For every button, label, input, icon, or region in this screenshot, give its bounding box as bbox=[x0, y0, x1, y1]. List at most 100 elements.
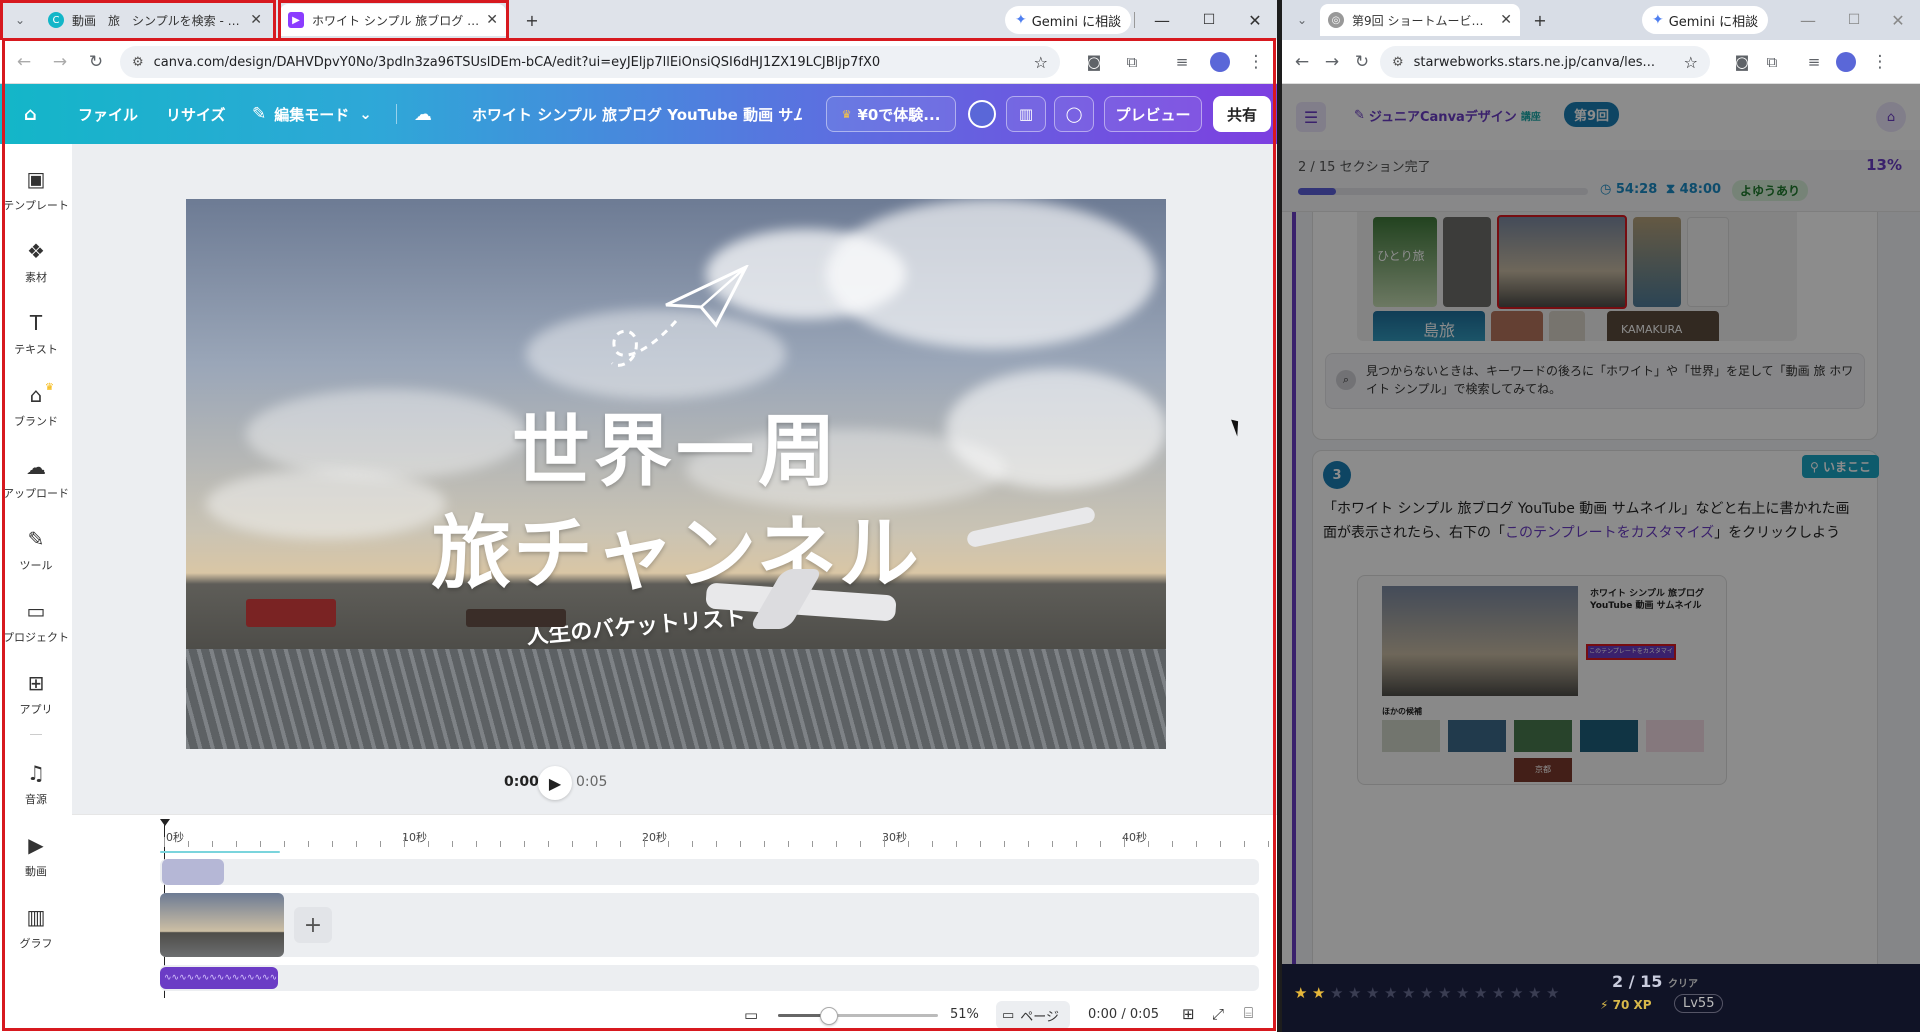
media-control-icon[interactable]: ≡ bbox=[1170, 50, 1194, 74]
page-view-button[interactable]: ▭ ページ bbox=[996, 1001, 1070, 1029]
sidebar-item-brand[interactable]: ⌂ ブランド ♛ bbox=[0, 376, 72, 436]
extensions-icon[interactable]: ⧉ bbox=[1760, 50, 1784, 74]
video-clip-thumbnail[interactable] bbox=[160, 893, 284, 957]
current-time: 0:00 bbox=[504, 774, 539, 790]
media-control-icon[interactable]: ≡ bbox=[1802, 50, 1826, 74]
zoom-slider-knob[interactable] bbox=[820, 1007, 838, 1025]
site-info-icon[interactable]: ⚙ bbox=[132, 55, 144, 70]
forward-icon[interactable]: → bbox=[1320, 50, 1344, 74]
sidebar-item-video[interactable]: ▶ 動画 bbox=[0, 826, 72, 886]
preview-button[interactable]: プレビュー bbox=[1104, 96, 1202, 132]
tip-card: ひとり旅 島旅 KAMAKURA ⌕ 見つからないときは、キーワードの後ろに「ホ… bbox=[1312, 212, 1878, 440]
tab-search-icon[interactable]: ⌄ bbox=[1290, 8, 1314, 32]
back-icon[interactable]: ← bbox=[1290, 50, 1314, 74]
reload-icon[interactable]: ↻ bbox=[1350, 50, 1374, 74]
edit-mode-button[interactable]: ✎ 編集モード ⌄ bbox=[252, 96, 372, 132]
assistant-icon[interactable]: ⌸ bbox=[1244, 1004, 1253, 1022]
maximize-button[interactable]: ☐ bbox=[1197, 8, 1221, 32]
hamburger-menu-icon[interactable]: ☰ bbox=[1296, 102, 1326, 132]
zoom-slider[interactable] bbox=[778, 1007, 938, 1025]
home-icon[interactable]: ⌂ bbox=[24, 96, 37, 132]
close-icon[interactable]: ✕ bbox=[1500, 12, 1512, 28]
lesson-content: ひとり旅 島旅 KAMAKURA ⌕ 見つからないときは、キーワードの後ろに「ホ… bbox=[1292, 212, 1920, 964]
new-tab-button[interactable]: + bbox=[520, 8, 544, 32]
design-canvas[interactable]: 世界一周 旅チャンネル 人生のバケットリスト bbox=[186, 199, 1166, 749]
sidebar-item-text[interactable]: T テキスト bbox=[0, 304, 72, 364]
close-icon[interactable]: ✕ bbox=[250, 12, 262, 28]
camera-icon[interactable]: ◙ bbox=[1730, 50, 1754, 74]
back-icon[interactable]: ← bbox=[12, 50, 36, 74]
editor-canvas-area: 世界一周 旅チャンネル 人生のバケットリスト 0:00 ▶ 0:05 bbox=[72, 144, 1277, 814]
timeline-tick bbox=[572, 841, 573, 847]
sidebar-item-apps[interactable]: ⊞ アプリ bbox=[0, 664, 72, 724]
resize-button[interactable]: リサイズ bbox=[166, 96, 226, 132]
gemini-button[interactable]: ✦ Gemini に相談 bbox=[1642, 6, 1769, 34]
site-info-icon[interactable]: ⚙ bbox=[1392, 55, 1404, 70]
design-title[interactable]: ホワイト シンプル 旅ブログ YouTube 動画 サムネ... bbox=[472, 96, 802, 132]
comment-icon[interactable]: ◯ bbox=[1054, 96, 1094, 132]
minimize-button[interactable]: — bbox=[1150, 8, 1174, 32]
sidebar-item-upload[interactable]: ☁ アップロード bbox=[0, 448, 72, 508]
sidebar-item-audio[interactable]: ♫ 音源 bbox=[0, 754, 72, 814]
crown-icon: ♛ bbox=[45, 382, 54, 393]
bookmark-star-icon[interactable]: ☆ bbox=[1034, 53, 1048, 72]
sidebar-item-tools[interactable]: ✎ ツール bbox=[0, 520, 72, 580]
design-title-line1[interactable]: 世界一周 bbox=[186, 389, 1166, 501]
profile-avatar[interactable] bbox=[1834, 50, 1858, 74]
camera-icon[interactable]: ◙ bbox=[1082, 50, 1106, 74]
tab-strip: ⌄ C 動画 旅 シンプルを検索 - Canva ✕ ▶ ホワイト シンプル 旅… bbox=[0, 0, 1277, 40]
share-button[interactable]: 共有 bbox=[1213, 96, 1271, 132]
new-tab-button[interactable]: + bbox=[1528, 8, 1552, 32]
tab-canva-design[interactable]: ▶ ホワイト シンプル 旅ブログ YouTube ✕ bbox=[280, 4, 506, 36]
url-field[interactable]: ⚙ starwebworks.stars.ne.jp/canva/les... … bbox=[1380, 46, 1710, 78]
bookmark-star-icon[interactable]: ☆ bbox=[1684, 53, 1698, 72]
timeline-tick bbox=[332, 841, 333, 847]
timeline-tick bbox=[524, 841, 525, 847]
instruction-highlight: このテンプレートをカスタマイズ bbox=[1505, 525, 1715, 541]
tab-canva-search[interactable]: C 動画 旅 シンプルを検索 - Canva ✕ bbox=[40, 4, 270, 36]
timeline-tick bbox=[1028, 841, 1029, 847]
extensions-icon[interactable]: ⧉ bbox=[1120, 50, 1144, 74]
notes-icon[interactable]: ▭ bbox=[744, 1006, 758, 1024]
play-button[interactable]: ▶ bbox=[538, 766, 572, 800]
playhead-icon[interactable] bbox=[160, 819, 170, 826]
timeline-tick bbox=[548, 841, 549, 847]
address-bar: ← → ↻ ⚙ canva.com/design/DAHVDpvY0No/3pd… bbox=[0, 40, 1277, 84]
grid-view-icon[interactable]: ⊞ bbox=[1182, 1005, 1195, 1023]
trial-button[interactable]: ♛ ¥0で体験... bbox=[826, 96, 956, 132]
gemini-button[interactable]: ✦ Gemini に相談 bbox=[1005, 6, 1132, 34]
reload-icon[interactable]: ↻ bbox=[84, 50, 108, 74]
sidebar-item-chart[interactable]: ▥ グラフ bbox=[0, 898, 72, 958]
template-thumbnail bbox=[1646, 720, 1704, 752]
timeline-tick bbox=[1220, 841, 1221, 847]
file-menu-button[interactable]: ファイル bbox=[78, 96, 138, 132]
forward-icon[interactable]: → bbox=[48, 50, 72, 74]
profile-avatar[interactable] bbox=[1208, 50, 1232, 74]
add-clip-button[interactable]: + bbox=[294, 907, 332, 943]
tab-lesson[interactable]: ◎ 第9回 ショートムービーを作ろう | ジ... ✕ bbox=[1320, 4, 1520, 36]
cloud-saved-icon[interactable]: ☁ bbox=[414, 96, 432, 132]
sidebar-item-projects[interactable]: ▭ プロジェクト bbox=[0, 592, 72, 652]
timeline-tick bbox=[596, 841, 597, 847]
tab-search-icon[interactable]: ⌄ bbox=[8, 8, 32, 32]
maximize-button[interactable]: ☐ bbox=[1842, 8, 1866, 32]
color-avatar[interactable] bbox=[964, 96, 1000, 132]
zoom-level[interactable]: 51% bbox=[950, 1007, 979, 1022]
url-field[interactable]: ⚙ canva.com/design/DAHVDpvY0No/3pdln3za9… bbox=[120, 46, 1060, 78]
star-empty-icon: ★ bbox=[1492, 984, 1506, 1002]
audio-clip[interactable]: ∿∿∿∿∿∿∿∿∿∿∿∿∿∿∿∿∿∿∿∿ bbox=[160, 967, 278, 989]
insights-icon[interactable]: ▥ bbox=[1006, 96, 1046, 132]
fullscreen-icon[interactable]: ⤢ bbox=[1212, 1005, 1224, 1023]
sidebar-item-template[interactable]: ▣ テンプレート bbox=[0, 160, 72, 220]
overlay-clip[interactable] bbox=[162, 859, 224, 885]
minimize-button[interactable]: — bbox=[1796, 8, 1820, 32]
menu-kebab-icon[interactable]: ⋮ bbox=[1868, 50, 1892, 74]
sidebar-item-elements[interactable]: ❖ 素材 bbox=[0, 232, 72, 292]
close-window-button[interactable]: ✕ bbox=[1886, 8, 1910, 32]
text-track-bar[interactable] bbox=[160, 851, 280, 853]
home-icon[interactable]: ⌂ bbox=[1876, 102, 1906, 132]
gemini-label: Gemini に相談 bbox=[1668, 14, 1759, 30]
menu-kebab-icon[interactable]: ⋮ bbox=[1244, 50, 1268, 74]
close-icon[interactable]: ✕ bbox=[486, 12, 498, 28]
close-window-button[interactable]: ✕ bbox=[1243, 8, 1267, 32]
